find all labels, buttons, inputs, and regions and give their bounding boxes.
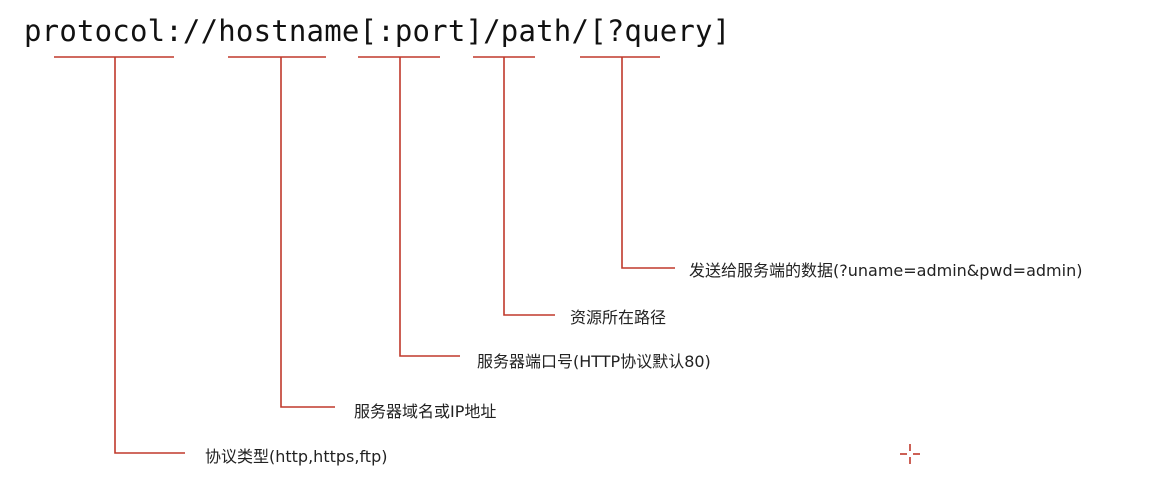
connector-hostname (280, 57, 335, 408)
connector-protocol (114, 57, 185, 454)
label-port: 服务器端口号(HTTP协议默认80) (477, 352, 711, 371)
annotation-lines (54, 56, 675, 454)
label-path: 资源所在路径 (570, 308, 667, 327)
connector-query (621, 57, 675, 269)
connector-path (503, 57, 555, 316)
label-protocol: 协议类型(http,https,ftp) (205, 447, 388, 466)
label-hostname: 服务器域名或IP地址 (354, 402, 497, 421)
crosshair-cursor-icon (900, 444, 920, 464)
label-query: 发送给服务端的数据(?uname=admin&pwd=admin) (689, 261, 1083, 280)
connector-port (399, 57, 460, 357)
